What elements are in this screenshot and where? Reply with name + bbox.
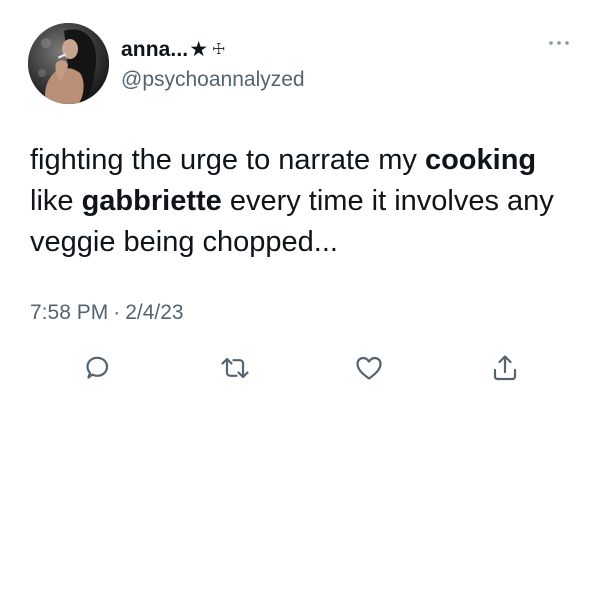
reply-icon bbox=[86, 356, 109, 379]
display-name[interactable]: anna...★ ☩ bbox=[121, 37, 226, 62]
user-handle[interactable]: @psychoannalyzed bbox=[121, 68, 305, 92]
cross-icon: ☩ bbox=[212, 41, 226, 58]
tweet-text-part: like bbox=[30, 185, 82, 217]
reply-button[interactable] bbox=[80, 351, 114, 385]
share-icon bbox=[493, 355, 517, 381]
tweet-text-part: fighting the urge to narrate my bbox=[30, 144, 425, 176]
star-icon: ★ bbox=[189, 38, 209, 61]
like-button[interactable] bbox=[352, 351, 386, 385]
tweet-card: anna...★ ☩ @psychoannalyzed fighting the … bbox=[0, 0, 600, 600]
heart-icon bbox=[356, 356, 382, 380]
tweet-date: 2/4/23 bbox=[125, 301, 184, 324]
profile-photo-icon bbox=[28, 23, 109, 104]
tweet-time: 7:58 PM bbox=[30, 301, 109, 324]
more-button[interactable] bbox=[546, 33, 572, 53]
timestamp[interactable]: 7:58 PM · 2/4/23 bbox=[30, 301, 184, 325]
tweet-text-bold: gabbriette bbox=[81, 185, 222, 217]
display-name-text: anna... bbox=[121, 38, 189, 61]
tweet-text-bold: cooking bbox=[424, 144, 537, 176]
more-icon bbox=[549, 41, 569, 45]
timestamp-separator: · bbox=[113, 301, 121, 324]
retweet-icon bbox=[221, 357, 249, 379]
share-button[interactable] bbox=[488, 351, 522, 385]
retweet-button[interactable] bbox=[218, 351, 252, 385]
tweet-text: fighting the urge to narrate my cooking … bbox=[30, 140, 575, 263]
avatar[interactable] bbox=[28, 23, 109, 104]
